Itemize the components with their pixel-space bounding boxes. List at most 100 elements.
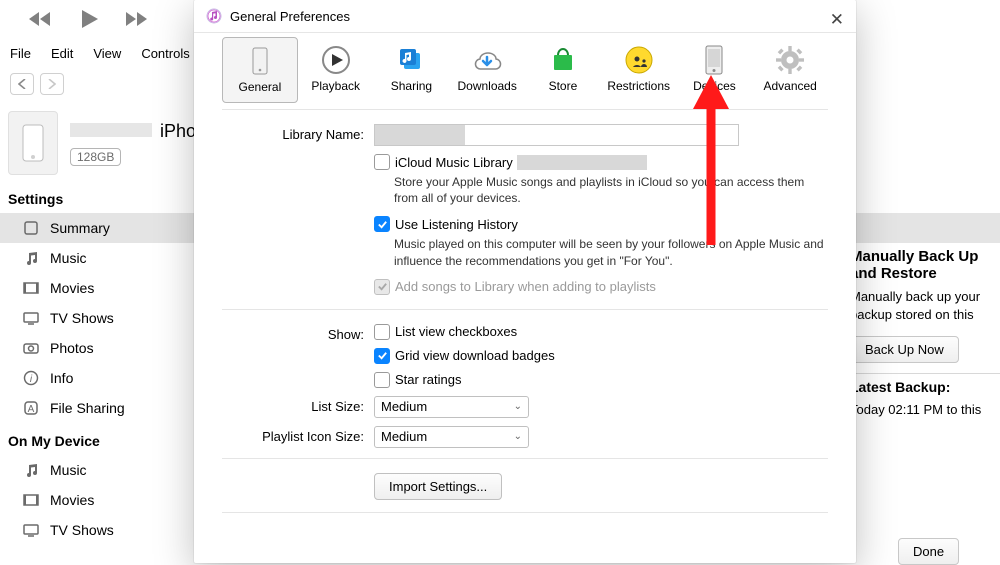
tab-playback[interactable]: Playback (298, 35, 374, 103)
divider (848, 373, 1000, 374)
sidebar-item-label: Info (50, 370, 73, 386)
camera-icon (22, 339, 40, 357)
tab-label: Downloads (457, 79, 516, 93)
sidebar-item-label: TV Shows (50, 310, 114, 326)
sidebar-item-label: Photos (50, 340, 94, 356)
apps-icon: A (22, 399, 40, 417)
latest-backup-heading: Latest Backup: (850, 379, 1000, 395)
checkbox-label: iCloud Music Library (395, 155, 513, 170)
checkbox-label: List view checkboxes (395, 324, 517, 339)
backup-text: backup stored on this (850, 306, 1000, 324)
backup-panel: Manually Back Up and Restore Manually ba… (850, 248, 1000, 420)
menu-edit[interactable]: Edit (51, 46, 73, 61)
icloud-hint: Store your Apple Music songs and playlis… (394, 174, 828, 206)
listsize-select[interactable]: Medium ⌄ (374, 396, 529, 418)
backup-text: Manually back up your (850, 288, 1000, 306)
tab-sharing[interactable]: Sharing (374, 35, 450, 103)
rewind-button[interactable] (28, 10, 54, 31)
movies-icon (22, 279, 40, 297)
device-name-redacted (70, 123, 152, 137)
summary-icon (22, 219, 40, 237)
library-name-label: Library Name: (222, 124, 374, 142)
tab-store[interactable]: Store (525, 35, 601, 103)
music-icon (22, 249, 40, 267)
general-icon (245, 46, 275, 76)
sidebar-item-label: Movies (50, 492, 94, 508)
svg-text:A: A (28, 404, 35, 415)
device-thumbnail (8, 111, 58, 175)
backup-heading: Manually Back Up and Restore (850, 248, 1000, 282)
done-button[interactable]: Done (898, 538, 959, 565)
latest-backup-value: Today 02:11 PM to this (850, 401, 1000, 419)
icloud-library-checkbox[interactable]: iCloud Music Library (374, 154, 828, 170)
tab-label: General (239, 80, 282, 94)
menu-view[interactable]: View (93, 46, 121, 61)
forward-nav-button[interactable] (40, 73, 64, 95)
sidebar-item-label: TV Shows (50, 522, 114, 538)
tab-restrictions[interactable]: Restrictions (601, 35, 677, 103)
sidebar-item-label: Music (50, 250, 87, 266)
checkbox-disabled-icon (374, 279, 390, 295)
listening-history-checkbox[interactable]: Use Listening History (374, 216, 828, 232)
forward-button[interactable] (124, 10, 150, 31)
listsize-label: List Size: (222, 396, 374, 414)
devices-icon (699, 45, 729, 75)
playlisticon-select[interactable]: Medium ⌄ (374, 426, 529, 448)
sidebar-item-label: Summary (50, 220, 110, 236)
itunes-icon (206, 8, 222, 24)
dialog-titlebar: General Preferences ✕ (194, 0, 856, 32)
divider (222, 109, 828, 110)
show-label: Show: (222, 324, 374, 342)
back-button[interactable] (10, 73, 34, 95)
restrictions-icon (624, 45, 654, 75)
divider (222, 512, 828, 513)
gridview-checkbox[interactable]: Grid view download badges (374, 348, 828, 364)
import-settings-button[interactable]: Import Settings... (374, 473, 502, 500)
starratings-checkbox[interactable]: Star ratings (374, 372, 828, 388)
capacity-badge: 128GB (70, 148, 121, 166)
tab-label: Devices (693, 79, 736, 93)
select-value: Medium (381, 399, 427, 414)
sidebar-item-label: File Sharing (50, 400, 125, 416)
redacted (517, 155, 647, 170)
movies-icon (22, 491, 40, 509)
tv-icon (22, 309, 40, 327)
playlisticon-label: Playlist Icon Size: (222, 426, 374, 444)
checkbox-label: Grid view download badges (395, 348, 555, 363)
select-value: Medium (381, 429, 427, 444)
tab-label: Sharing (391, 79, 432, 93)
add-songs-checkbox: Add songs to Library when adding to play… (374, 279, 828, 295)
downloads-icon (472, 45, 502, 75)
checkbox-label: Add songs to Library when adding to play… (395, 279, 656, 294)
tab-general[interactable]: General (222, 37, 298, 103)
divider (194, 32, 856, 33)
listview-checkbox[interactable]: List view checkboxes (374, 324, 828, 340)
tv-icon (22, 521, 40, 539)
tab-devices[interactable]: Devices (677, 35, 753, 103)
chevron-down-icon: ⌄ (514, 431, 522, 442)
close-button[interactable]: ✕ (830, 10, 844, 30)
checkbox-unchecked-icon (374, 372, 390, 388)
tab-downloads[interactable]: Downloads (449, 35, 525, 103)
info-icon: i (22, 369, 40, 387)
library-name-input[interactable] (374, 124, 739, 146)
tab-label: Restrictions (607, 79, 670, 93)
tab-label: Advanced (763, 79, 816, 93)
backup-now-button[interactable]: Back Up Now (850, 336, 959, 363)
playback-icon (321, 45, 351, 75)
checkbox-unchecked-icon (374, 324, 390, 340)
tab-label: Store (549, 79, 578, 93)
menu-controls[interactable]: Controls (141, 46, 189, 61)
play-button[interactable] (78, 8, 100, 33)
divider (222, 458, 828, 459)
preferences-tabbar: General Playback Sharing Downloads Store… (194, 35, 856, 103)
chevron-down-icon: ⌄ (514, 401, 522, 412)
svg-text:i: i (30, 374, 33, 385)
tab-advanced[interactable]: Advanced (752, 35, 828, 103)
menu-file[interactable]: File (10, 46, 31, 61)
checkbox-checked-icon (374, 348, 390, 364)
listen-hint: Music played on this computer will be se… (394, 236, 828, 268)
checkbox-label: Use Listening History (395, 217, 518, 232)
dialog-title: General Preferences (230, 9, 350, 24)
preferences-dialog: General Preferences ✕ General Playback S… (194, 0, 856, 563)
